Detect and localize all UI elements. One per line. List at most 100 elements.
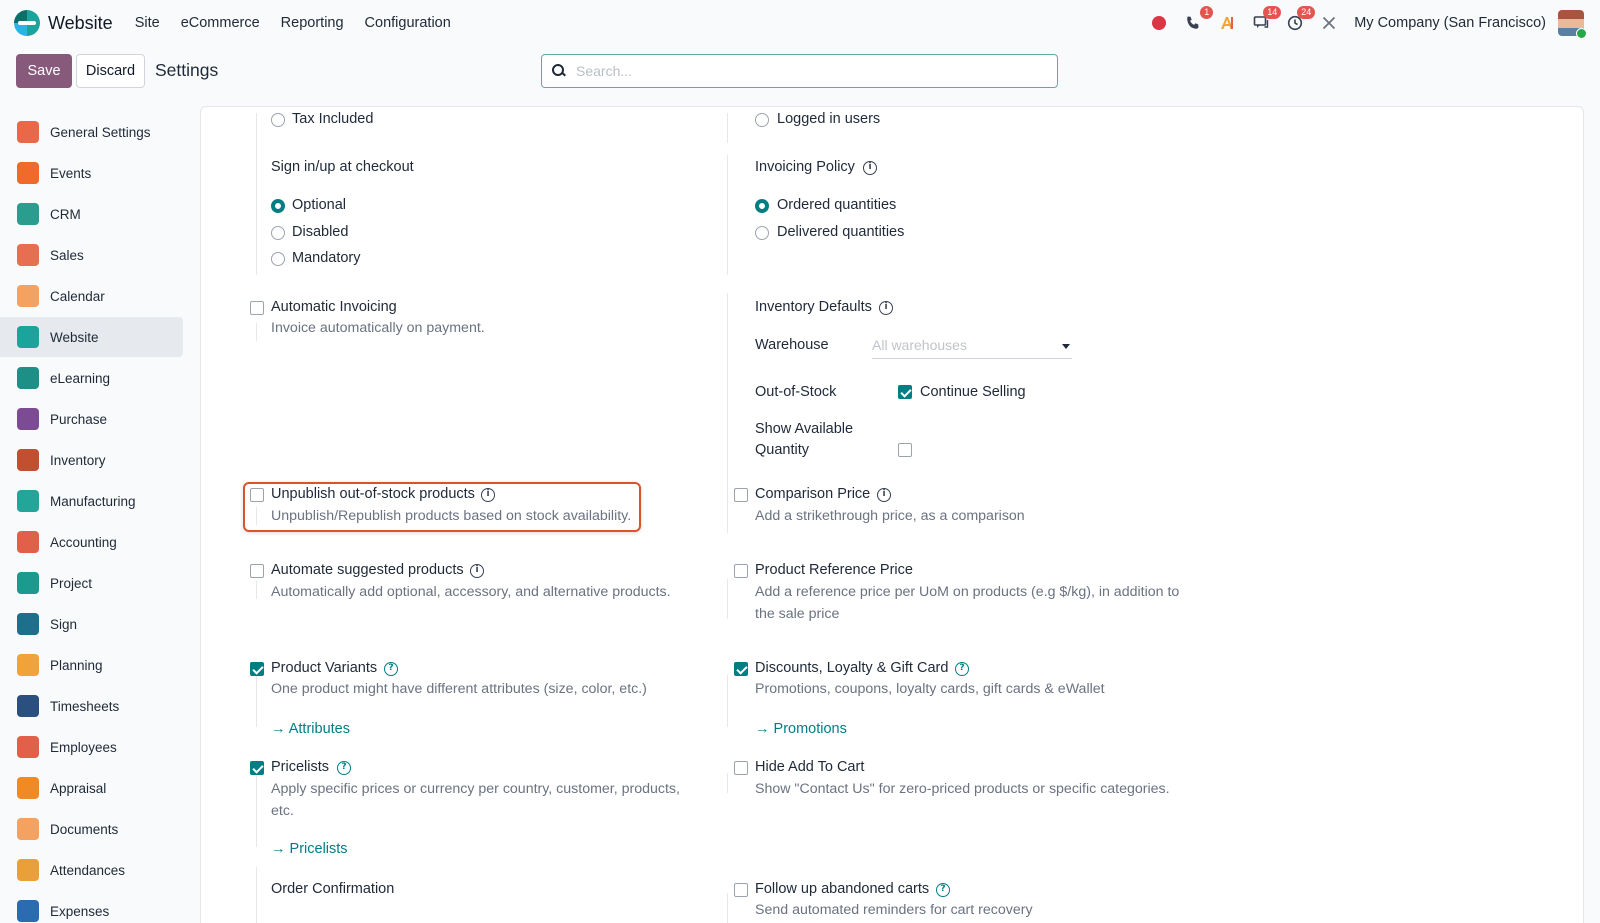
- sidebar-item-project[interactable]: Project: [0, 563, 183, 603]
- signin-disabled-label: Disabled: [292, 224, 349, 240]
- menu-site[interactable]: Site: [135, 15, 160, 31]
- logged-in-users-radio[interactable]: [755, 113, 769, 127]
- sidebar-item-manufacturing[interactable]: Manufacturing: [0, 481, 183, 521]
- promotions-link[interactable]: → Promotions: [755, 721, 847, 737]
- show-available-quantity-checkbox[interactable]: [898, 443, 912, 457]
- sales-icon: [17, 244, 39, 266]
- automatic-invoicing-checkbox[interactable]: [250, 301, 264, 315]
- documents-icon: [17, 818, 39, 840]
- automate-suggested-label: Automate suggested products: [271, 562, 464, 578]
- help-icon[interactable]: ?: [955, 662, 969, 676]
- menu-reporting[interactable]: Reporting: [281, 15, 344, 31]
- comparison-price-checkbox[interactable]: [734, 488, 748, 502]
- search-icon: [552, 64, 566, 78]
- pricelists-checkbox[interactable]: [250, 761, 264, 775]
- sidebar-item-label: General Settings: [50, 124, 151, 140]
- help-icon[interactable]: ?: [936, 883, 950, 897]
- abandoned-carts-desc: Send automated reminders for cart recove…: [755, 902, 1033, 918]
- abandoned-carts-checkbox[interactable]: [734, 883, 748, 897]
- sidebar-item-attendances[interactable]: Attendances: [0, 850, 183, 890]
- sidebar-item-label: Accounting: [50, 534, 117, 550]
- sidebar-item-website[interactable]: Website: [0, 317, 183, 357]
- automatic-invoicing-desc: Invoice automatically on payment.: [271, 320, 485, 336]
- chat-icon[interactable]: 14: [1250, 6, 1282, 34]
- unpublish-checkbox[interactable]: [250, 488, 264, 502]
- sidebar-item-timesheets[interactable]: Timesheets: [0, 686, 183, 726]
- sidebar-item-sales[interactable]: Sales: [0, 235, 183, 275]
- invoicing-policy-title: Invoicing Policy: [755, 159, 855, 175]
- employees-icon: [17, 736, 39, 758]
- automate-suggested-checkbox[interactable]: [250, 564, 264, 578]
- sidebar-item-planning[interactable]: Planning: [0, 645, 183, 685]
- sidebar-item-purchase[interactable]: Purchase: [0, 399, 183, 439]
- sidebar-item-elearning[interactable]: eLearning: [0, 358, 183, 398]
- calendar-icon: [17, 285, 39, 307]
- debug-tools-icon[interactable]: [1318, 12, 1340, 34]
- sidebar-item-general-settings[interactable]: General Settings: [0, 112, 183, 152]
- discard-button[interactable]: Discard: [76, 54, 145, 88]
- page-title: Settings: [155, 60, 219, 80]
- search-bar[interactable]: [541, 54, 1058, 88]
- info-icon[interactable]: i: [879, 301, 893, 315]
- company-switcher[interactable]: My Company (San Francisco): [1354, 15, 1546, 31]
- warehouse-select[interactable]: All warehouses: [872, 337, 1072, 359]
- signin-optional-radio[interactable]: [271, 199, 285, 213]
- sidebar-item-accounting[interactable]: Accounting: [0, 522, 183, 562]
- sidebar-item-crm[interactable]: CRM: [0, 194, 183, 234]
- tax-included-radio[interactable]: [271, 113, 285, 127]
- recording-icon[interactable]: [1148, 12, 1170, 34]
- phone-icon[interactable]: 1: [1182, 6, 1214, 34]
- signin-mandatory-radio[interactable]: [271, 252, 285, 266]
- signin-disabled-radio[interactable]: [271, 226, 285, 240]
- sidebar-item-sign[interactable]: Sign: [0, 604, 183, 644]
- info-icon[interactable]: i: [877, 488, 891, 502]
- website-app-icon: [14, 10, 40, 36]
- product-variants-desc: One product might have different attribu…: [271, 681, 647, 697]
- sidebar-item-employees[interactable]: Employees: [0, 727, 183, 767]
- help-icon[interactable]: ?: [337, 761, 351, 775]
- comparison-price-label: Comparison Price: [755, 486, 871, 502]
- attributes-link[interactable]: → Attributes: [271, 721, 350, 737]
- menu-ecommerce[interactable]: eCommerce: [181, 15, 260, 31]
- sidebar-item-events[interactable]: Events: [0, 153, 183, 193]
- sidebar-item-inventory[interactable]: Inventory: [0, 440, 183, 480]
- info-icon[interactable]: i: [863, 161, 877, 175]
- sidebar-item-documents[interactable]: Documents: [0, 809, 183, 849]
- discounts-checkbox[interactable]: [734, 662, 748, 676]
- help-icon[interactable]: ?: [384, 662, 398, 676]
- pricelists-link[interactable]: → Pricelists: [271, 841, 348, 857]
- sidebar-item-appraisal[interactable]: Appraisal: [0, 768, 183, 808]
- hide-add-to-cart-checkbox[interactable]: [734, 761, 748, 775]
- sidebar-item-label: Events: [50, 165, 92, 181]
- sidebar-item-label: CRM: [50, 206, 81, 222]
- purchase-icon: [17, 408, 39, 430]
- menu-configuration[interactable]: Configuration: [365, 15, 451, 31]
- pricelists-label: Pricelists: [271, 759, 330, 775]
- continue-selling-label: Continue Selling: [920, 384, 1026, 400]
- search-input[interactable]: [576, 63, 1046, 79]
- pricelists-desc-1: Apply specific prices or currency per co…: [271, 781, 680, 797]
- user-avatar[interactable]: [1558, 10, 1587, 39]
- ai-icon[interactable]: [1216, 12, 1238, 34]
- info-icon[interactable]: i: [470, 564, 484, 578]
- app-name: Website: [48, 12, 113, 33]
- events-icon: [17, 162, 39, 184]
- sidebar-item-calendar[interactable]: Calendar: [0, 276, 183, 316]
- activity-clock-icon[interactable]: 24: [1284, 6, 1316, 34]
- reference-price-desc-1: Add a reference price per UoM on product…: [755, 584, 1180, 600]
- sidebar-item-label: Attendances: [50, 862, 126, 878]
- systray: 1 14 24 My Company (San Francisco): [1136, 0, 1600, 46]
- delivered-quantities-radio[interactable]: [755, 226, 769, 240]
- save-button[interactable]: Save: [16, 54, 72, 88]
- discounts-desc: Promotions, coupons, loyalty cards, gift…: [755, 681, 1105, 697]
- info-icon[interactable]: i: [481, 488, 495, 502]
- reference-price-checkbox[interactable]: [734, 564, 748, 578]
- ordered-quantities-radio[interactable]: [755, 199, 769, 213]
- continue-selling-checkbox[interactable]: [898, 385, 912, 399]
- activity-badge: 24: [1297, 6, 1316, 19]
- sidebar-item-expenses[interactable]: Expenses: [0, 891, 183, 923]
- app-brand[interactable]: Website: [14, 10, 113, 36]
- product-variants-checkbox[interactable]: [250, 662, 264, 676]
- sidebar-item-label: Project: [50, 575, 93, 591]
- pricelists-desc-2: etc.: [271, 803, 294, 819]
